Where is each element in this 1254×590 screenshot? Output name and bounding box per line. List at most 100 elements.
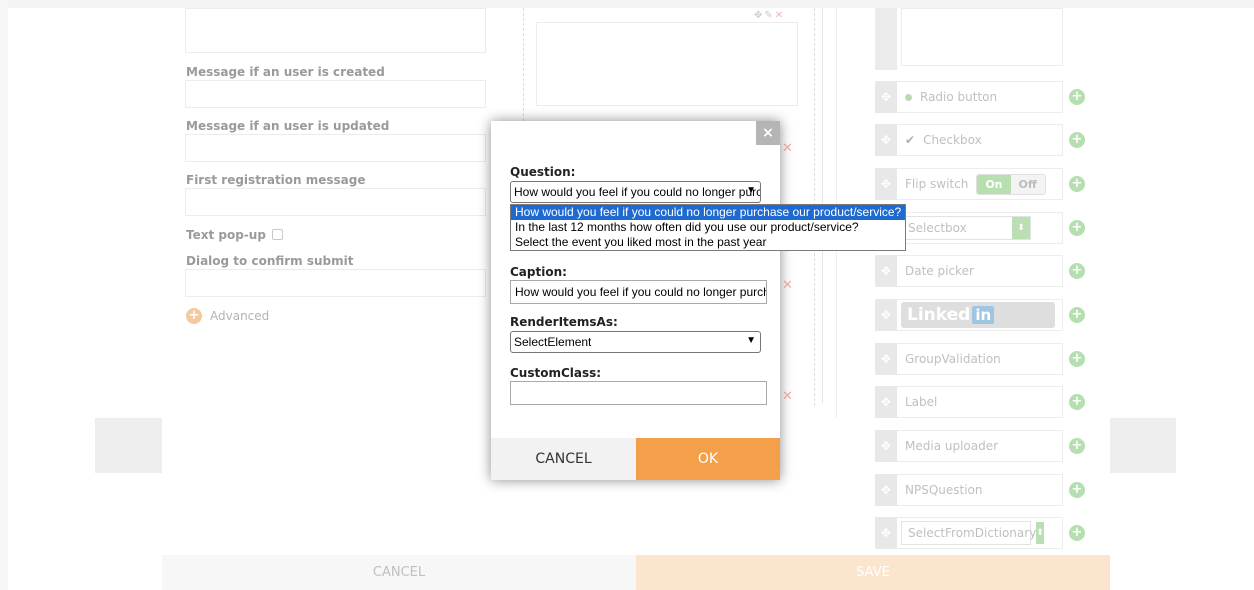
- switch-on: On: [977, 174, 1011, 194]
- dialog-confirm-field[interactable]: [185, 269, 486, 297]
- switch-off: Off: [1010, 174, 1045, 194]
- delete-icon[interactable]: ✕: [775, 10, 785, 21]
- close-icon[interactable]: ×: [756, 121, 780, 145]
- msg-created-field[interactable]: [185, 80, 486, 108]
- move-icon[interactable]: ✥: [875, 81, 897, 113]
- move-icon[interactable]: ✥: [875, 299, 897, 331]
- move-icon[interactable]: ✥: [875, 343, 897, 375]
- customclass-input[interactable]: [510, 381, 767, 405]
- palette-item-date-picker[interactable]: ✥ Date picker: [875, 255, 1063, 287]
- plus-circle-icon: +: [186, 308, 202, 324]
- palette-label: NPSQuestion: [905, 483, 983, 497]
- properties-dialog: × Question: How would you feel if you co…: [491, 121, 780, 480]
- palette-item-preview[interactable]: [875, 8, 1063, 70]
- radio-icon: [905, 93, 912, 101]
- question-label: Question:: [510, 165, 576, 179]
- add-linkedin-button[interactable]: +: [1069, 307, 1085, 323]
- palette-label: GroupValidation: [905, 352, 1001, 366]
- previous-field[interactable]: [185, 8, 486, 53]
- selectbox-preview: Selectbox ⬍: [901, 216, 1031, 240]
- cancel-button[interactable]: CANCEL: [162, 555, 636, 590]
- render-label: RenderItemsAs:: [510, 315, 618, 329]
- flip-switch-toggle: On Off: [976, 173, 1046, 195]
- caption-input[interactable]: How would you feel if you could no longe…: [510, 280, 767, 304]
- palette-label: Radio button: [920, 90, 998, 104]
- chevron-down-icon: ▼: [746, 185, 756, 196]
- msg-created-label: Message if an user is created: [186, 65, 385, 79]
- palette-item-select-from-dictionary[interactable]: ✥ SelectFromDictionary ⬍: [875, 517, 1063, 549]
- move-icon[interactable]: ✥: [875, 386, 897, 418]
- add-group-validation-button[interactable]: +: [1069, 351, 1085, 367]
- msg-updated-label: Message if an user is updated: [186, 119, 390, 133]
- palette-item-label[interactable]: ✥ Label: [875, 386, 1063, 418]
- element-tools: ✥✎✕: [754, 10, 785, 21]
- palette-label: Selectbox: [908, 221, 967, 235]
- pencil-icon[interactable]: ✎: [764, 10, 774, 21]
- left-edge: [0, 0, 8, 590]
- palette-item-flip-switch[interactable]: ✥ Flip switch On Off: [875, 168, 1063, 200]
- palette-item-group-validation[interactable]: ✥ GroupValidation: [875, 343, 1063, 375]
- first-reg-field[interactable]: [185, 188, 486, 216]
- text-popup-row: Text pop-up: [186, 228, 283, 242]
- palette-label: Date picker: [905, 264, 974, 278]
- palette-label: Media uploader: [905, 439, 999, 453]
- palette-label: Label: [905, 395, 938, 409]
- move-icon[interactable]: ✥: [875, 474, 897, 506]
- question-select[interactable]: How would you feel if you could no longe…: [510, 181, 761, 203]
- palette-item-checkbox[interactable]: ✥ ✔ Checkbox: [875, 124, 1063, 156]
- palette-item-linkedin[interactable]: ✥ Linked in: [875, 299, 1063, 331]
- check-icon: ✔: [905, 133, 916, 147]
- dropdown-option[interactable]: How would you feel if you could no longe…: [511, 205, 905, 220]
- add-label-button[interactable]: +: [1069, 394, 1085, 410]
- add-select-from-dictionary-button[interactable]: +: [1069, 525, 1085, 541]
- move-icon[interactable]: ✥: [875, 255, 897, 287]
- first-reg-label: First registration message: [186, 173, 366, 187]
- msg-updated-field[interactable]: [185, 134, 486, 162]
- add-flip-switch-button[interactable]: +: [1069, 176, 1085, 192]
- palette-label: Flip switch: [905, 177, 969, 191]
- caption-input-value: How would you feel if you could no longe…: [515, 285, 766, 299]
- move-icon[interactable]: ✥: [875, 517, 897, 549]
- linkedin-text: Linked: [907, 305, 971, 325]
- add-checkbox-button[interactable]: +: [1069, 132, 1085, 148]
- add-date-picker-button[interactable]: +: [1069, 263, 1085, 279]
- updown-icon: ⬍: [1036, 522, 1044, 544]
- palette-label: Checkbox: [923, 133, 982, 147]
- palette-preview-box: [901, 8, 1063, 66]
- dropdown-option[interactable]: Select the event you liked most in the p…: [511, 235, 905, 250]
- linkedin-logo: Linked in: [901, 302, 1055, 328]
- text-popup-label: Text pop-up: [186, 228, 266, 242]
- drag-handle[interactable]: [875, 8, 897, 70]
- palette-item-media-uploader[interactable]: ✥ Media uploader: [875, 430, 1063, 462]
- caption-label: Caption:: [510, 265, 567, 279]
- save-button[interactable]: SAVE: [636, 555, 1110, 590]
- palette-label: SelectFromDictionary: [908, 526, 1037, 540]
- move-icon[interactable]: ✥: [754, 10, 764, 21]
- form-element-preview[interactable]: [536, 22, 798, 106]
- delete-icon[interactable]: ✕: [782, 141, 793, 156]
- render-select-value: SelectElement: [514, 335, 592, 349]
- customclass-label: CustomClass:: [510, 366, 602, 380]
- dropdown-option[interactable]: In the last 12 months how often did you …: [511, 220, 905, 235]
- delete-icon[interactable]: ✕: [782, 389, 793, 404]
- add-radio-button[interactable]: +: [1069, 89, 1085, 105]
- add-media-uploader-button[interactable]: +: [1069, 438, 1085, 454]
- question-dropdown-list: How would you feel if you could no longe…: [510, 204, 906, 251]
- add-selectbox-button[interactable]: +: [1069, 220, 1085, 236]
- palette-item-radio[interactable]: ✥ Radio button: [875, 81, 1063, 113]
- dialog-ok-button[interactable]: OK: [636, 438, 780, 480]
- palette-item-nps-question[interactable]: ✥ NPSQuestion: [875, 474, 1063, 506]
- move-icon[interactable]: ✥: [875, 430, 897, 462]
- add-nps-question-button[interactable]: +: [1069, 482, 1085, 498]
- dialog-cancel-button[interactable]: CANCEL: [491, 438, 636, 480]
- text-popup-checkbox[interactable]: [271, 229, 283, 240]
- linkedin-in: in: [972, 306, 995, 324]
- render-select[interactable]: SelectElement ▼: [510, 331, 761, 353]
- delete-icon[interactable]: ✕: [782, 278, 793, 293]
- move-icon[interactable]: ✥: [875, 168, 897, 200]
- chevron-down-icon: ▼: [746, 335, 756, 346]
- question-select-value: How would you feel if you could no longe…: [514, 185, 761, 199]
- dialog-confirm-label: Dialog to confirm submit: [186, 254, 354, 268]
- move-icon[interactable]: ✥: [875, 124, 897, 156]
- advanced-toggle[interactable]: + Advanced: [186, 308, 269, 324]
